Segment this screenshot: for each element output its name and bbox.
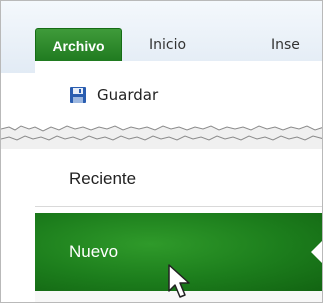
backstage-window: Archivo Inicio Inse Guardar Reciente Nue…: [0, 0, 323, 303]
tab-file[interactable]: Archivo: [35, 28, 122, 62]
save-label: Guardar: [97, 86, 159, 104]
menu-item-new-label: Nuevo: [69, 242, 119, 261]
mouse-pointer-icon: [168, 264, 190, 298]
menu-divider: [35, 206, 322, 207]
tab-home[interactable]: Inicio: [149, 28, 186, 62]
selection-pointer-notch: [311, 239, 322, 265]
tab-insert[interactable]: Inse: [271, 28, 300, 62]
floppy-disk-icon: [70, 87, 86, 103]
menu-item-recent[interactable]: Reciente: [35, 153, 322, 205]
torn-edge-divider: [1, 125, 322, 149]
save-button[interactable]: Guardar: [35, 75, 322, 115]
